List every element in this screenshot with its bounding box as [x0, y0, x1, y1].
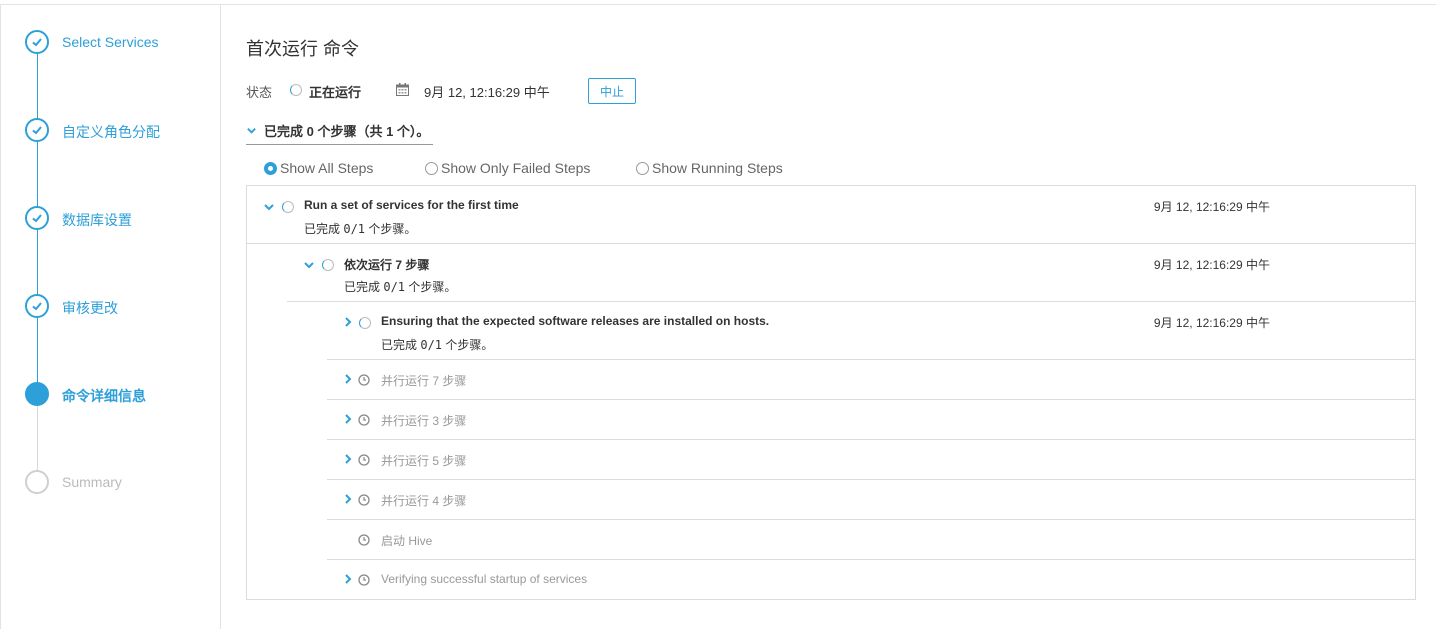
- wizard-step-database-setup[interactable]: 数据库设置: [25, 206, 221, 232]
- step-name: Verifying successful startup of services: [381, 572, 588, 586]
- page-title: 首次运行 命令: [246, 39, 360, 59]
- spinner-icon: [282, 201, 294, 213]
- wizard-step-label: 命令详细信息: [62, 388, 146, 404]
- step-progress-prefix: 已完成: [304, 222, 344, 236]
- chevron-right-icon[interactable]: [342, 492, 356, 506]
- wizard-step-label: 审核更改: [62, 300, 118, 316]
- step-name: 依次运行 7 步骤: [344, 258, 430, 272]
- wizard-step-label: 自定义角色分配: [62, 124, 160, 140]
- step-progress: 已完成 0/1 个步骤。: [344, 278, 456, 295]
- pending-step-icon: [25, 470, 49, 494]
- step-progress-suffix: 个步骤。: [365, 222, 417, 236]
- clock-icon: [358, 574, 370, 586]
- wizard-step-label: Summary: [62, 474, 122, 490]
- spinner-icon: [322, 259, 334, 271]
- filter-failed-steps[interactable]: Show Only Failed Steps: [425, 160, 590, 176]
- progress-summary-toggle[interactable]: 已完成 0 个步骤（共 1 个）。: [246, 121, 434, 145]
- step-time: 9月 12, 12:16:29 中午: [1153, 200, 1270, 214]
- filter-label: Show Running Steps: [652, 160, 783, 176]
- step-name: Run a set of services for the first time: [304, 198, 519, 212]
- step-name: 并行运行 7 步骤: [381, 374, 467, 388]
- wizard-step-label: Select Services: [62, 34, 159, 50]
- step-progress-suffix: 个步骤。: [405, 280, 457, 294]
- step-row: 并行运行 4 步骤: [327, 480, 1415, 520]
- step-row: Run a set of services for the first time…: [247, 186, 1415, 244]
- step-progress-prefix: 已完成: [381, 338, 421, 352]
- step-row: 并行运行 5 步骤: [327, 440, 1415, 480]
- status-row: 状态 正在运行 9月 12, 12:16:29 中午 中止: [246, 75, 846, 105]
- wizard-step-role-assignment[interactable]: 自定义角色分配: [25, 118, 221, 144]
- chevron-right-icon[interactable]: [342, 452, 356, 466]
- clock-icon: [358, 454, 370, 466]
- wizard-frame: Select Services 自定义角色分配 数据库设置 审核更改 命令详细信…: [0, 4, 1436, 629]
- wizard-step-summary[interactable]: Summary: [25, 470, 221, 496]
- spinner-icon: [359, 317, 371, 329]
- step-row: Ensuring that the expected software rele…: [327, 302, 1415, 360]
- chevron-down-icon[interactable]: [303, 258, 317, 272]
- filter-running-steps[interactable]: Show Running Steps: [636, 160, 783, 176]
- status-time: 9月 12, 12:16:29 中午: [424, 85, 550, 100]
- status-label: 状态: [246, 85, 273, 100]
- step-time: 9月 12, 12:16:29 中午: [1153, 258, 1270, 272]
- filter-label: Show All Steps: [280, 160, 374, 176]
- chevron-down-icon: [246, 124, 258, 139]
- check-icon: [25, 294, 49, 318]
- radio-icon: [636, 162, 649, 175]
- chevron-right-icon[interactable]: [342, 572, 356, 586]
- step-connector-pending: [37, 398, 38, 480]
- step-filter-group: Show All Steps Show Only Failed Steps Sh…: [264, 160, 824, 180]
- step-row: 启动 Hive: [327, 520, 1415, 560]
- check-icon: [25, 30, 49, 54]
- filter-all-steps[interactable]: Show All Steps: [264, 160, 373, 176]
- wizard-sidebar: Select Services 自定义角色分配 数据库设置 审核更改 命令详细信…: [1, 5, 221, 629]
- step-row: 并行运行 3 步骤: [327, 400, 1415, 440]
- step-row: 并行运行 7 步骤: [327, 360, 1415, 400]
- step-progress: 已完成 0/1 个步骤。: [304, 220, 416, 237]
- radio-icon: [425, 162, 438, 175]
- main-content: 首次运行 命令 状态 正在运行 9月 12, 12:16:29 中午 中止 已完…: [246, 5, 1416, 629]
- abort-button[interactable]: 中止: [588, 78, 636, 104]
- steps-tree: Run a set of services for the first time…: [246, 185, 1416, 600]
- step-time: 9月 12, 12:16:29 中午: [1153, 316, 1270, 330]
- step-name: 并行运行 3 步骤: [381, 414, 467, 428]
- step-progress-count: 0/1: [420, 338, 443, 352]
- step-progress-count: 0/1: [343, 222, 366, 236]
- progress-summary: 已完成 0 个步骤（共 1 个）。: [264, 124, 430, 139]
- step-row: 依次运行 7 步骤 已完成 0/1 个步骤。 9月 12, 12:16:29 中…: [287, 244, 1415, 302]
- wizard-step-select-services[interactable]: Select Services: [25, 30, 221, 56]
- calendar-icon: [396, 83, 409, 96]
- filter-label: Show Only Failed Steps: [441, 160, 591, 176]
- wizard-step-review-changes[interactable]: 审核更改: [25, 294, 221, 320]
- wizard-step-label: 数据库设置: [62, 212, 132, 228]
- chevron-right-icon[interactable]: [342, 372, 356, 386]
- status-value: 正在运行: [309, 85, 362, 100]
- step-progress: 已完成 0/1 个步骤。: [381, 336, 493, 353]
- clock-icon: [358, 374, 370, 386]
- step-name: Ensuring that the expected software rele…: [381, 314, 770, 328]
- step-name: 并行运行 5 步骤: [381, 454, 467, 468]
- step-progress-count: 0/1: [383, 280, 406, 294]
- chevron-right-icon[interactable]: [342, 412, 356, 426]
- step-row: Verifying successful startup of services: [327, 560, 1415, 600]
- active-step-icon: [25, 382, 49, 406]
- step-progress-suffix: 个步骤。: [442, 338, 494, 352]
- chevron-right-icon[interactable]: [342, 315, 356, 329]
- clock-icon: [358, 494, 370, 506]
- step-name: 启动 Hive: [381, 534, 433, 548]
- spinner-icon: [290, 84, 302, 96]
- step-progress-prefix: 已完成: [344, 280, 384, 294]
- radio-selected-icon: [264, 162, 277, 175]
- check-icon: [25, 206, 49, 230]
- check-icon: [25, 118, 49, 142]
- chevron-down-icon[interactable]: [263, 200, 277, 214]
- wizard-step-command-details[interactable]: 命令详细信息: [25, 382, 221, 408]
- clock-icon: [358, 534, 370, 546]
- clock-icon: [358, 414, 370, 426]
- step-name: 并行运行 4 步骤: [381, 494, 467, 508]
